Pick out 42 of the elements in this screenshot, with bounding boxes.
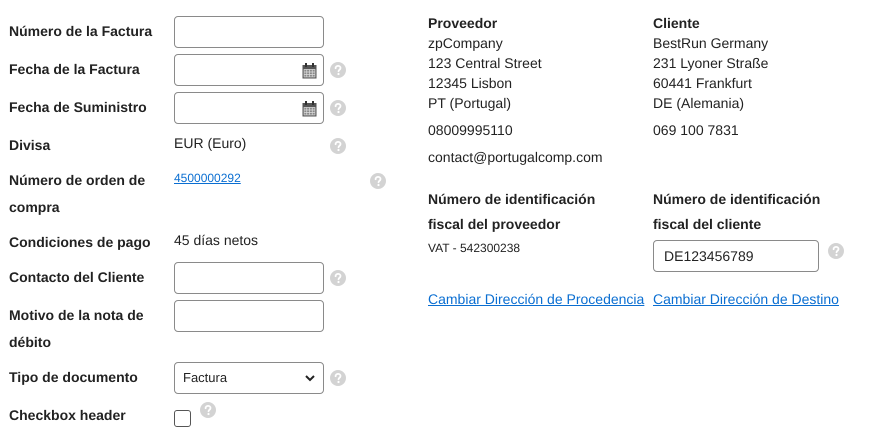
field-value: 45 días netos <box>174 231 260 250</box>
change-address-link[interactable]: Cambiar Dirección de Procedencia <box>428 289 653 309</box>
document-type-select[interactable]: Factura <box>174 362 324 394</box>
field-label: Fecha de la Factura <box>9 60 141 79</box>
field-label: Divisa <box>9 136 52 155</box>
address-line: 60441 Frankfurt <box>653 74 753 93</box>
text-field[interactable] <box>174 262 324 294</box>
text-field[interactable] <box>174 16 324 48</box>
field-value: EUR (Euro) <box>174 134 248 153</box>
text-field[interactable] <box>174 300 324 332</box>
email-address: contact@portugalcomp.com <box>428 148 603 167</box>
calendar-icon[interactable] <box>302 101 317 117</box>
address-line: 123 Central Street <box>428 54 543 73</box>
field-label: Motivo de la nota de débito <box>9 306 145 352</box>
date-field[interactable] <box>174 54 324 86</box>
party-heading: Proveedor <box>428 14 498 33</box>
date-field[interactable] <box>174 92 324 124</box>
tax-id-field[interactable]: DE123456789 <box>653 240 819 272</box>
address-line: BestRun Germany <box>653 34 770 53</box>
chevron-down-icon <box>305 374 315 382</box>
change-address-link[interactable]: Cambiar Dirección de Destino <box>653 289 878 309</box>
field-label: Número de la Factura <box>9 22 154 41</box>
phone-number: 08009995110 <box>428 121 514 140</box>
tax-id-label: Número de identificación fiscal del proveedor <box>428 190 596 234</box>
field-label: Tipo de documento <box>9 368 139 387</box>
checkbox[interactable] <box>174 410 191 427</box>
tax-id-label: Número de identificación fiscal del cliente <box>653 190 822 234</box>
address-line: 231 Lyoner Straße <box>653 54 770 73</box>
address-line: DE (Alemania) <box>653 94 746 113</box>
address-line: zpCompany <box>428 34 504 53</box>
tax-id-value: VAT - 542300238 <box>428 240 520 257</box>
address-line: PT (Portugal) <box>428 94 512 113</box>
order-link[interactable]: 4500000292 <box>174 165 364 192</box>
address-line: 12345 Lisbon <box>428 74 514 93</box>
calendar-icon[interactable] <box>302 63 317 79</box>
field-label: Checkbox header <box>9 406 127 425</box>
party-heading: Cliente <box>653 14 701 33</box>
field-label: Fecha de Suministro <box>9 98 148 117</box>
field-label: Contacto del Cliente <box>9 268 146 287</box>
field-label: Condiciones de pago <box>9 233 152 252</box>
field-label: Número de orden de compra <box>9 171 146 217</box>
phone-number: 069 100 7831 <box>653 121 740 140</box>
